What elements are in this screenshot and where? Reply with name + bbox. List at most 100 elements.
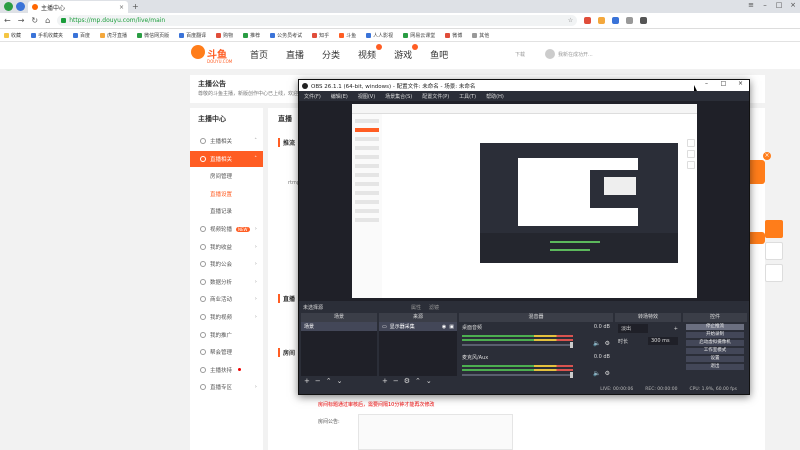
tab-close-icon[interactable]: × xyxy=(119,4,124,11)
nav-item[interactable]: 鱼吧 xyxy=(430,48,448,61)
maximize-icon[interactable]: □ xyxy=(772,1,786,12)
nav-item[interactable]: 分类 xyxy=(322,48,340,61)
extension-icon[interactable] xyxy=(598,17,606,24)
extension-icon[interactable] xyxy=(612,17,620,24)
speaker-icon[interactable]: 🔈 xyxy=(593,340,600,347)
minimize-icon[interactable]: – xyxy=(758,1,772,12)
bookmark-item[interactable]: 手机收藏夹 xyxy=(31,32,63,39)
lock-icon[interactable]: ▣ xyxy=(449,324,454,330)
browser-tab-active[interactable]: 主播中心 × xyxy=(28,1,128,13)
menu-icon[interactable] xyxy=(640,17,648,24)
nav-item[interactable]: 游戏 xyxy=(394,44,419,61)
sidebar-item[interactable]: 商业活动 › xyxy=(190,291,263,307)
obs-menu-item[interactable]: 工具(T) xyxy=(459,93,476,100)
extension-icon[interactable] xyxy=(626,17,634,24)
bookmark-item[interactable]: 知乎 xyxy=(312,32,329,39)
obs-minimize-icon[interactable]: – xyxy=(698,80,715,87)
sidebar-item-icon xyxy=(200,226,206,232)
bookmark-star-icon[interactable]: ☆ xyxy=(568,17,573,24)
obs-menu-item[interactable]: 视图(V) xyxy=(358,93,375,100)
sidebar-item[interactable]: 直播相关 ˄ xyxy=(190,150,263,167)
obs-control-button[interactable]: 退出 xyxy=(686,364,744,370)
sidebar-item[interactable]: 我的公会 › xyxy=(190,256,263,272)
slider-handle[interactable] xyxy=(570,342,573,348)
sidebar-item[interactable]: 主播扶持 xyxy=(190,362,263,378)
sidebar-item[interactable]: 房间管理 xyxy=(190,168,263,184)
bookmark-item[interactable]: 其他 xyxy=(472,32,489,39)
douyu-logo[interactable]: 斗鱼 DOUYU.COM xyxy=(191,45,232,65)
volume-slider[interactable] xyxy=(462,372,573,378)
extension-icon[interactable] xyxy=(584,17,592,24)
nav-item[interactable]: 视频 xyxy=(358,44,383,61)
sidebar-item[interactable]: 直播设置 xyxy=(190,186,263,202)
promo-close-icon[interactable]: × xyxy=(763,152,771,160)
eye-icon[interactable]: ◉ xyxy=(442,324,446,330)
obs-menu-item[interactable]: 配置文件(P) xyxy=(422,93,449,100)
transition-select[interactable]: 淡出 xyxy=(618,324,648,333)
bookmark-item[interactable]: 百度翻译 xyxy=(179,32,206,39)
add-icon[interactable]: + xyxy=(674,326,678,332)
close-icon[interactable]: × xyxy=(786,1,800,12)
forward-arrow-icon[interactable]: → xyxy=(18,16,25,25)
share-icon[interactable] xyxy=(765,264,783,282)
bookmark-item[interactable]: 微信网页版 xyxy=(137,32,169,39)
bookmark-item[interactable]: 微博 xyxy=(445,32,462,39)
obs-menu-item[interactable]: 编辑(E) xyxy=(331,93,348,100)
sidebar-item[interactable]: 视频轮播 NEW › xyxy=(190,221,263,237)
browser-logo-icon[interactable] xyxy=(4,2,13,11)
bookmark-item[interactable]: 公务员考试 xyxy=(270,32,302,39)
slider-handle[interactable] xyxy=(570,372,573,378)
nav-item[interactable]: 首页 xyxy=(250,48,268,61)
speaker-icon[interactable]: 🔈 xyxy=(593,370,600,377)
bookmark-item[interactable]: 收藏 xyxy=(4,32,21,39)
user-menu[interactable]: 我新在成功开... xyxy=(545,49,593,59)
sidebar-item[interactable]: 主播相关 ˄ xyxy=(190,133,263,149)
bookmark-item[interactable]: 推荐 xyxy=(243,32,260,39)
obs-control-button[interactable]: 停止推流 xyxy=(686,324,744,330)
source-item[interactable]: ▭ 显示器采集 ◉ ▣ xyxy=(379,322,457,331)
new-tab-button[interactable]: + xyxy=(132,2,139,11)
sidebar-item[interactable]: 我的推广 xyxy=(190,327,263,343)
obs-close-icon[interactable]: × xyxy=(732,80,749,87)
obs-menu-item[interactable]: 帮助(H) xyxy=(486,93,504,100)
bookmark-label: 微博 xyxy=(452,32,463,39)
bookmark-item[interactable]: 虎牙直播 xyxy=(100,32,127,39)
nav-item[interactable]: 直播 xyxy=(286,48,304,61)
obs-menu-item[interactable]: 文件(F) xyxy=(304,93,321,100)
scene-item[interactable]: 场景 xyxy=(301,322,377,331)
obs-menu-item[interactable]: 场景集合(S) xyxy=(385,93,412,100)
menu-icon[interactable]: ≡ xyxy=(744,1,758,12)
home-icon[interactable]: ⌂ xyxy=(45,16,50,25)
sidebar-item[interactable]: 我的收益 › xyxy=(190,239,263,255)
sidebar-item[interactable]: 直播记录 xyxy=(190,203,263,219)
source-filters-button[interactable]: 滤镜 xyxy=(429,304,439,311)
obs-control-button[interactable]: 开始录制 xyxy=(686,332,744,338)
bookmark-item[interactable]: 网易云课堂 xyxy=(403,32,435,39)
back-arrow-icon[interactable]: ← xyxy=(4,16,11,25)
bookmark-item[interactable]: 购物 xyxy=(216,32,233,39)
sidebar-item[interactable]: 数据分析 › xyxy=(190,274,263,290)
sidebar-item[interactable]: 我的视频 › xyxy=(190,309,263,325)
browser-extension-icon[interactable] xyxy=(16,2,25,11)
home-icon[interactable] xyxy=(765,242,783,260)
bookmark-item[interactable]: 斗鱼 xyxy=(339,32,356,39)
bookmark-item[interactable]: 人人影视 xyxy=(366,32,393,39)
reload-icon[interactable]: ↻ xyxy=(31,16,38,25)
source-properties-button[interactable]: 属性 xyxy=(411,304,421,311)
gear-icon[interactable]: ⚙ xyxy=(605,340,610,347)
url-input[interactable]: https://mp.douyu.com/live/main ☆ xyxy=(57,15,578,26)
live-play-icon[interactable] xyxy=(765,220,783,238)
obs-maximize-icon[interactable]: □ xyxy=(715,80,732,87)
obs-preview[interactable] xyxy=(299,101,749,301)
download-link[interactable]: 下载 xyxy=(515,51,525,58)
obs-control-button[interactable]: 启动虚拟摄像机 xyxy=(686,340,744,346)
obs-control-button[interactable]: 工作室模式 xyxy=(686,348,744,354)
duration-input[interactable]: 300 ms xyxy=(648,337,678,345)
announce-input[interactable] xyxy=(358,414,513,450)
bookmark-item[interactable]: 百度 xyxy=(73,32,90,39)
volume-slider[interactable] xyxy=(462,342,573,348)
sidebar-item[interactable]: 直播专区 › xyxy=(190,379,263,395)
sidebar-item[interactable]: 帮会管理 xyxy=(190,344,263,360)
gear-icon[interactable]: ⚙ xyxy=(605,370,610,377)
obs-control-button[interactable]: 设置 xyxy=(686,356,744,362)
